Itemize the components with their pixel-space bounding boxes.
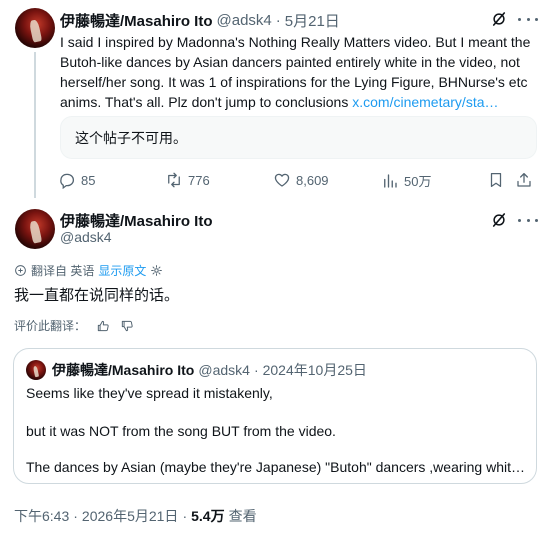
grok-icon[interactable] <box>490 211 508 234</box>
post-footer: 下午6:43 · 2026年5月21日 · 5.4万 查看 <box>14 506 257 526</box>
post-date[interactable]: 2026年5月21日 <box>82 506 179 526</box>
post-date: 2024年10月25日 <box>262 362 367 378</box>
text-line: I said I inspired by Madonna's Nothing R… <box>60 34 531 50</box>
rate-translation-label: 评价此翻译： <box>14 319 87 333</box>
quote-line: but it was NOT from the song BUT from th… <box>26 423 336 439</box>
avatar <box>26 360 46 380</box>
tweet2-text: 我一直都在说同样的话。 <box>14 287 180 304</box>
quote-line: Seems like they've spread it mistakenly, <box>26 385 273 401</box>
quote-line: The dances by Asian (maybe they're Japan… <box>26 459 525 475</box>
more-icon[interactable] <box>518 10 538 28</box>
rate-translation: 评价此翻译： <box>14 317 134 334</box>
tweet1-text: I said I inspired by Madonna's Nothing R… <box>60 32 540 112</box>
unavailable-text: 这个帖子不可用。 <box>75 129 187 146</box>
reply-count: 85 <box>81 172 96 188</box>
show-original-link[interactable]: 显示原文 <box>98 262 146 279</box>
translated-from-label: 翻译自 英语 <box>31 264 95 278</box>
display-name[interactable]: 伊藤暢達/Masahiro Ito <box>60 10 213 31</box>
repost-button[interactable]: 776 <box>165 171 210 189</box>
thread-connector-line <box>34 52 36 198</box>
display-name: 伊藤暢達/Masahiro Ito <box>52 362 195 378</box>
post-date[interactable]: 5月21日 <box>285 10 340 31</box>
header-separator: · <box>275 12 281 29</box>
repost-icon <box>168 172 180 188</box>
grok-icon[interactable] <box>490 10 508 33</box>
views-label: 查看 <box>228 508 257 524</box>
thumbs-down-icon[interactable] <box>120 319 134 333</box>
handle: @adsk4 <box>198 362 250 378</box>
footer-separator: · <box>73 508 78 524</box>
translate-icon <box>15 265 26 276</box>
bookmark-icon <box>490 172 502 188</box>
more-icon[interactable] <box>518 211 538 229</box>
thumbs-up-icon[interactable] <box>96 319 110 333</box>
views-button[interactable]: 50万 <box>381 171 431 190</box>
translation-bar: 翻译自 英语 显示原文 <box>14 262 163 279</box>
quoted-post-card[interactable]: 伊藤暢達/Masahiro Ito @adsk4 · 2024年10月25日 S… <box>13 348 537 484</box>
footer-separator: · <box>182 508 188 524</box>
reply-button[interactable]: 85 <box>58 171 95 189</box>
text-line: herself/her song. It was 1 of inspiratio… <box>60 74 528 90</box>
quoted-post-link[interactable]: x.com/cinemetary/sta… <box>352 94 498 110</box>
repost-count: 776 <box>188 172 210 188</box>
display-name[interactable]: 伊藤暢達/Masahiro Ito <box>60 213 213 230</box>
view-count: 50万 <box>404 174 432 189</box>
views-count: 5.4万 <box>191 508 225 524</box>
avatar[interactable] <box>15 209 55 249</box>
tweet2-name: 伊藤暢達/Masahiro Ito <box>60 210 213 231</box>
handle[interactable]: @adsk4 <box>60 229 112 245</box>
quote-header: 伊藤暢達/Masahiro Ito @adsk4 · 2024年10月25日 <box>52 360 367 380</box>
text-line: anims. That's all. Plz don't jump to con… <box>60 94 499 110</box>
heart-icon <box>274 173 290 187</box>
like-button[interactable]: 8,609 <box>273 171 329 189</box>
reply-icon <box>60 173 75 189</box>
tweet1-header: 伊藤暢達/Masahiro Ito @adsk4 · 5月21日 <box>60 10 340 31</box>
handle[interactable]: @adsk4 <box>217 12 272 29</box>
share-icon <box>517 172 531 187</box>
text-line: Butoh-like dances by Asian dancers paint… <box>60 54 520 70</box>
bookmark-button[interactable] <box>487 171 505 189</box>
like-count: 8,609 <box>296 172 329 188</box>
gear-icon[interactable] <box>150 264 163 277</box>
analytics-icon <box>384 173 397 188</box>
unavailable-post-card: 这个帖子不可用。 <box>60 116 537 159</box>
header-separator: · <box>253 362 259 378</box>
avatar[interactable] <box>15 8 55 48</box>
share-button[interactable] <box>515 171 533 189</box>
post-time[interactable]: 下午6:43 <box>14 506 69 526</box>
